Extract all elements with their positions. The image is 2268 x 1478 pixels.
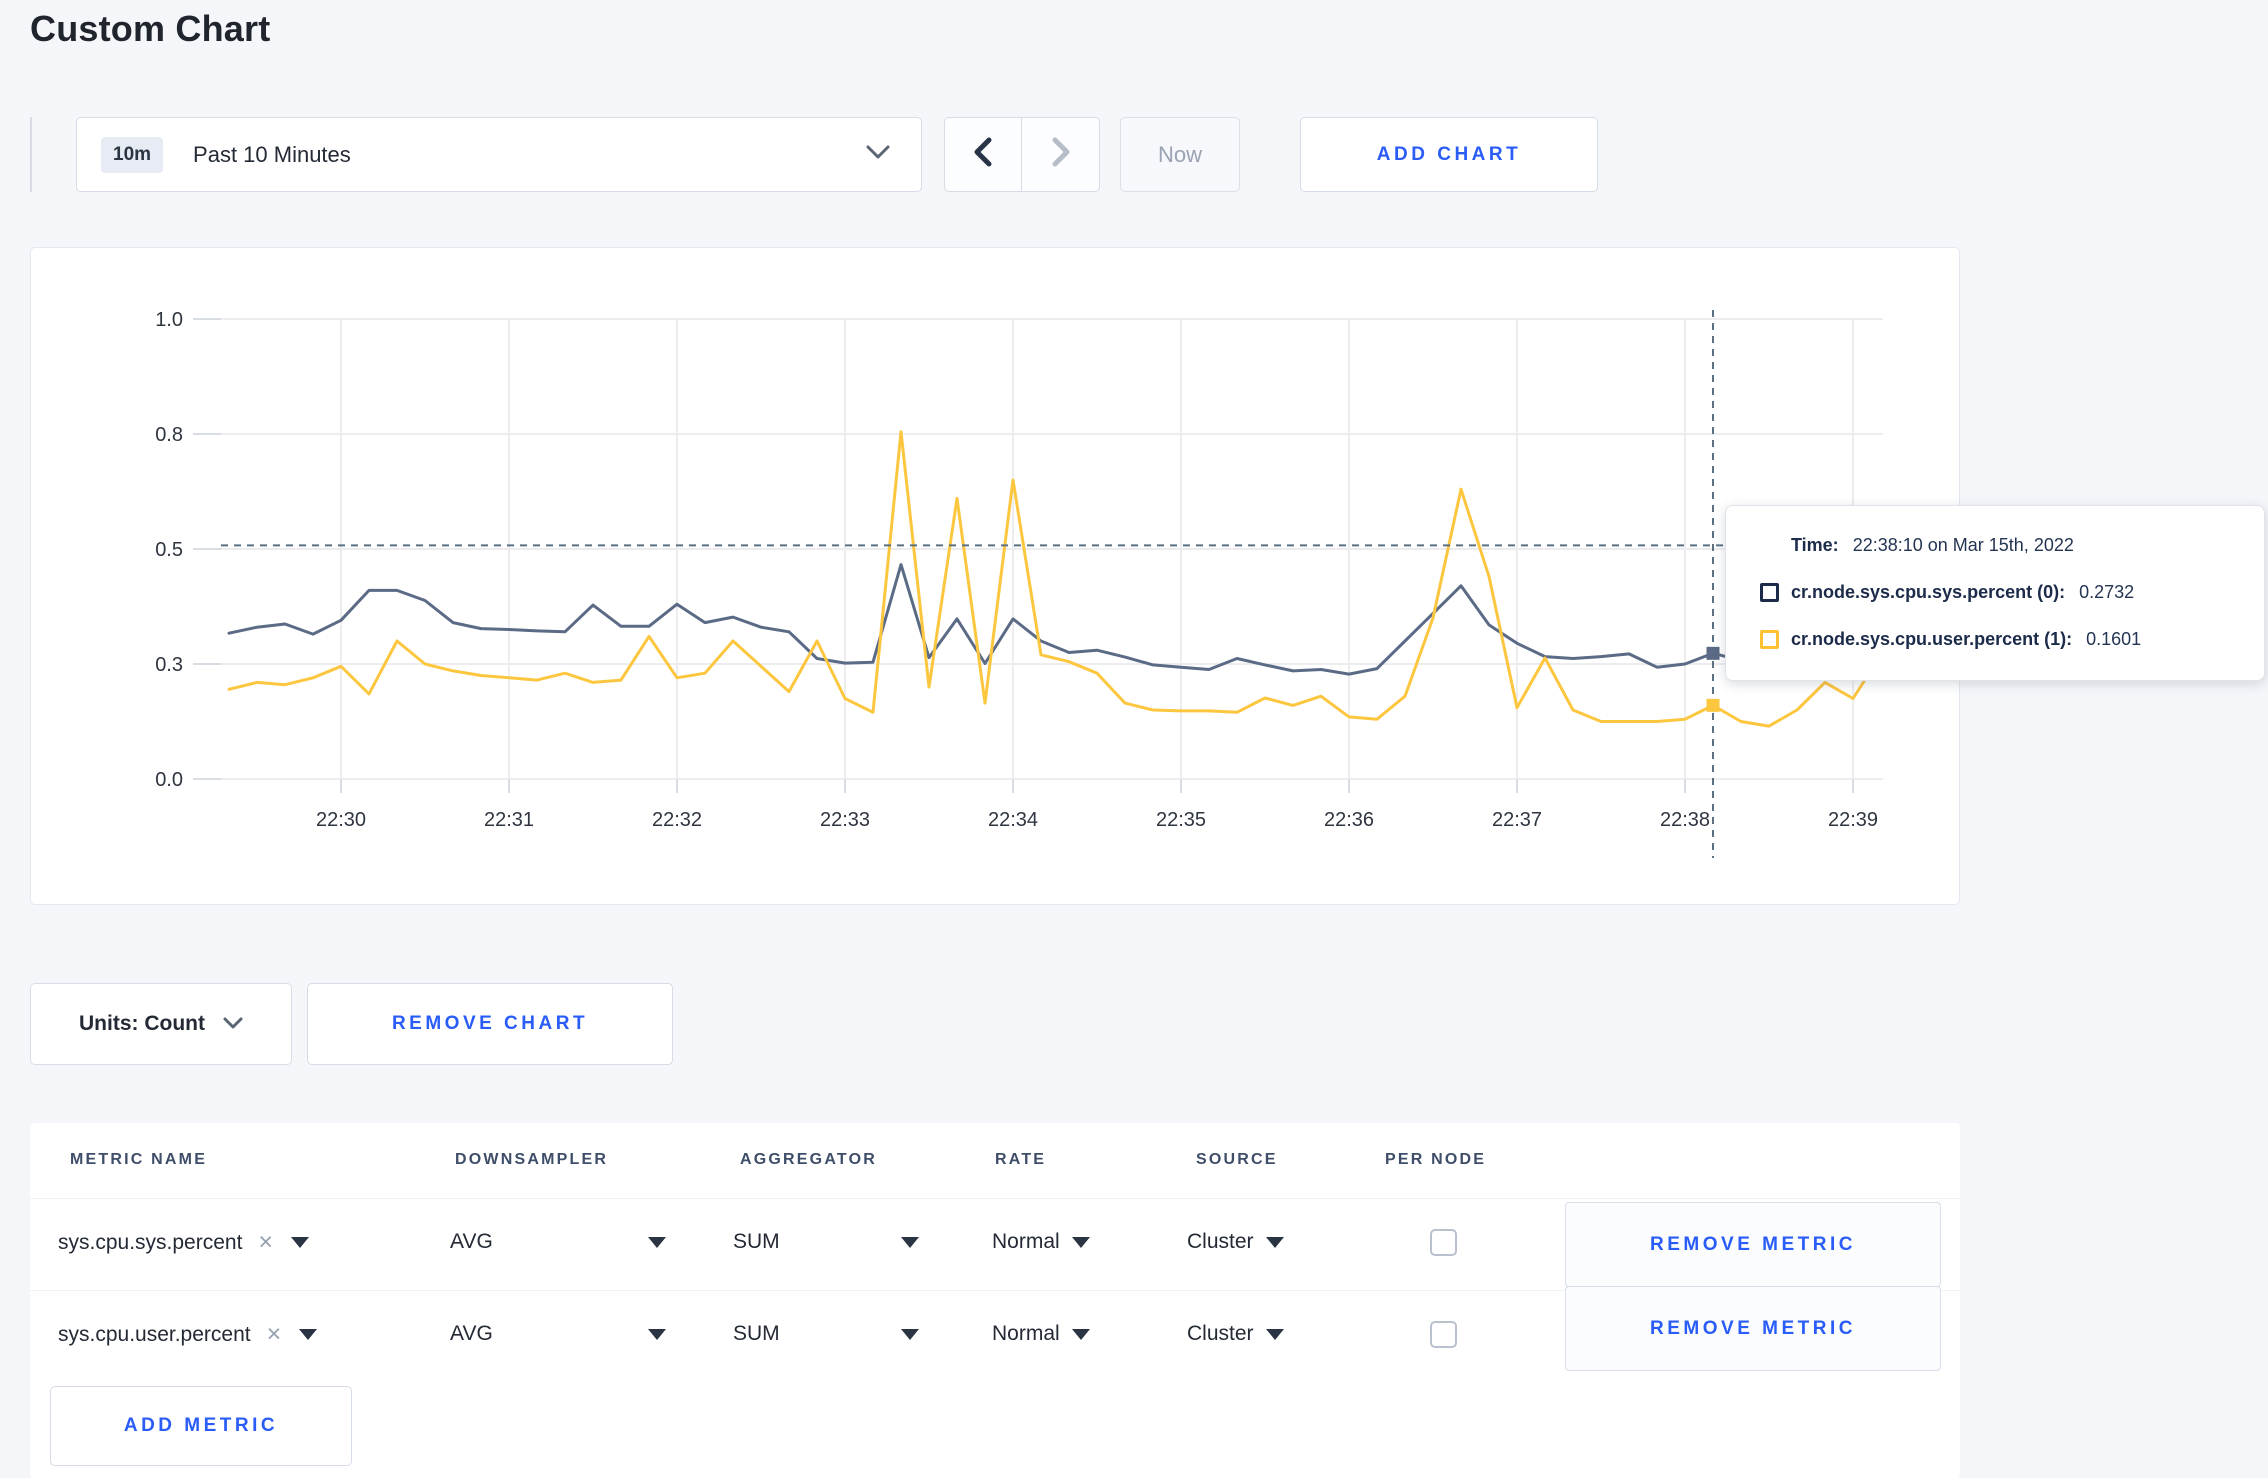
dropdown-caret-icon <box>1265 1328 1284 1340</box>
metrics-table-header: METRIC NAME DOWNSAMPLER AGGREGATOR RATE … <box>30 1123 1960 1199</box>
clear-metric-icon[interactable]: × <box>258 1230 273 1255</box>
svg-text:22:35: 22:35 <box>1156 809 1206 831</box>
downsampler-select[interactable]: AVG <box>450 1322 666 1346</box>
remove-chart-label: REMOVE CHART <box>391 1013 589 1034</box>
dropdown-caret-icon <box>299 1329 318 1340</box>
tooltip-time-value: 22:38:10 on Mar 15th, 2022 <box>1852 534 2074 555</box>
dropdown-caret-icon <box>648 1236 666 1248</box>
svg-text:22:37: 22:37 <box>1492 809 1542 831</box>
rate-select[interactable]: Normal <box>992 1322 1090 1346</box>
svg-text:22:39: 22:39 <box>1828 809 1878 831</box>
header-per-node: PER NODE <box>1385 1151 1487 1168</box>
aggregator-value: SUM <box>733 1322 780 1345</box>
metric-name-value: sys.cpu.user.percent <box>58 1322 251 1346</box>
svg-text:22:33: 22:33 <box>820 809 870 831</box>
now-button-label: Now <box>1157 141 1202 167</box>
chevron-down-icon <box>223 1012 243 1036</box>
remove-chart-button[interactable]: REMOVE CHART <box>307 983 673 1065</box>
now-button[interactable]: Now <box>1120 117 1240 192</box>
dropdown-caret-icon <box>901 1328 919 1340</box>
dropdown-caret-icon <box>1071 1236 1090 1248</box>
metric-name-select[interactable]: sys.cpu.user.percent × <box>58 1322 318 1347</box>
tooltip-sys-value: 0.2732 <box>2079 581 2135 602</box>
source-value: Cluster <box>1187 1230 1254 1253</box>
per-node-checkbox[interactable] <box>1430 1321 1457 1348</box>
chevron-right-icon <box>1050 137 1072 172</box>
svg-text:22:31: 22:31 <box>484 809 534 831</box>
time-range-label: Past 10 Minutes <box>193 141 351 167</box>
svg-text:0.3: 0.3 <box>155 654 183 676</box>
rate-value: Normal <box>992 1230 1060 1253</box>
aggregator-select[interactable]: SUM <box>733 1322 919 1346</box>
chart-card: 0.0 0.3 0.5 0.8 1.0 22:30 22:31 22:32 22:33 22:34… <box>30 247 1960 905</box>
aggregator-value: SUM <box>733 1230 780 1253</box>
dropdown-caret-icon <box>1071 1328 1090 1340</box>
svg-text:0.5: 0.5 <box>155 539 183 561</box>
downsampler-value: AVG <box>450 1322 493 1345</box>
remove-metric-label: REMOVE METRIC <box>1650 1233 1856 1255</box>
prev-range-button[interactable] <box>945 118 1022 191</box>
series-sys-swatch-icon <box>1760 582 1779 602</box>
page-title: Custom Chart <box>30 8 271 49</box>
svg-text:22:36: 22:36 <box>1324 809 1374 831</box>
metrics-table: METRIC NAME DOWNSAMPLER AGGREGATOR RATE … <box>30 1123 1960 1478</box>
time-shift-control <box>944 117 1100 192</box>
svg-text:22:30: 22:30 <box>316 809 366 831</box>
rate-value: Normal <box>992 1322 1060 1345</box>
metric-name-select[interactable]: sys.cpu.sys.percent × <box>58 1230 310 1255</box>
tooltip-user-metric: cr.node.sys.cpu.user.percent (1): <box>1791 628 2073 649</box>
aggregator-select[interactable]: SUM <box>733 1230 919 1254</box>
header-downsampler: DOWNSAMPLER <box>455 1151 609 1168</box>
add-chart-label: ADD CHART <box>1376 143 1522 165</box>
add-chart-button[interactable]: ADD CHART <box>1300 117 1598 192</box>
chart-svg[interactable]: 0.0 0.3 0.5 0.8 1.0 22:30 22:31 22:32 22:33 22:34… <box>31 248 1959 904</box>
downsampler-select[interactable]: AVG <box>450 1230 666 1254</box>
svg-text:1.0: 1.0 <box>155 309 183 331</box>
units-select-label: Units: Count <box>79 1012 205 1035</box>
next-range-button[interactable] <box>1022 118 1099 191</box>
chart-hover-tooltip: Time: 22:38:10 on Mar 15th, 2022 cr.node… <box>1725 505 2265 681</box>
dropdown-caret-icon <box>291 1237 310 1248</box>
units-select[interactable]: Units: Count <box>30 983 292 1065</box>
tooltip-user-value: 0.1601 <box>2086 628 2142 649</box>
tooltip-time-label: Time: <box>1791 534 1839 555</box>
clear-metric-icon[interactable]: × <box>267 1322 282 1347</box>
rate-select[interactable]: Normal <box>992 1230 1090 1254</box>
tooltip-sys-metric: cr.node.sys.cpu.sys.percent (0): <box>1791 581 2066 602</box>
svg-text:0.8: 0.8 <box>155 424 183 446</box>
header-aggregator: AGGREGATOR <box>740 1151 877 1168</box>
metric-name-value: sys.cpu.sys.percent <box>58 1230 243 1254</box>
svg-text:0.0: 0.0 <box>155 769 183 791</box>
dropdown-caret-icon <box>648 1328 666 1340</box>
toolbar-divider <box>30 117 32 192</box>
time-range-badge: 10m <box>101 136 164 173</box>
dropdown-caret-icon <box>901 1236 919 1248</box>
source-value: Cluster <box>1187 1322 1254 1345</box>
header-rate: RATE <box>995 1151 1047 1168</box>
svg-text:22:32: 22:32 <box>652 809 702 831</box>
dropdown-caret-icon <box>1265 1236 1284 1248</box>
header-source: SOURCE <box>1196 1151 1278 1168</box>
remove-metric-button[interactable]: REMOVE METRIC <box>1565 1202 1941 1287</box>
svg-text:22:34: 22:34 <box>988 809 1038 831</box>
remove-metric-button[interactable]: REMOVE METRIC <box>1565 1286 1941 1371</box>
chevron-left-icon <box>972 137 994 172</box>
source-select[interactable]: Cluster <box>1187 1322 1284 1346</box>
header-metric-name: METRIC NAME <box>70 1151 208 1168</box>
time-range-select[interactable]: 10m Past 10 Minutes <box>76 117 922 192</box>
add-metric-button[interactable]: ADD METRIC <box>50 1386 352 1466</box>
svg-text:22:38: 22:38 <box>1660 809 1710 831</box>
chevron-down-icon <box>865 144 891 165</box>
series-user-swatch-icon <box>1760 629 1779 649</box>
source-select[interactable]: Cluster <box>1187 1230 1284 1254</box>
downsampler-value: AVG <box>450 1230 493 1253</box>
per-node-checkbox[interactable] <box>1430 1229 1457 1256</box>
add-metric-label: ADD METRIC <box>123 1415 279 1436</box>
remove-metric-label: REMOVE METRIC <box>1650 1317 1856 1339</box>
